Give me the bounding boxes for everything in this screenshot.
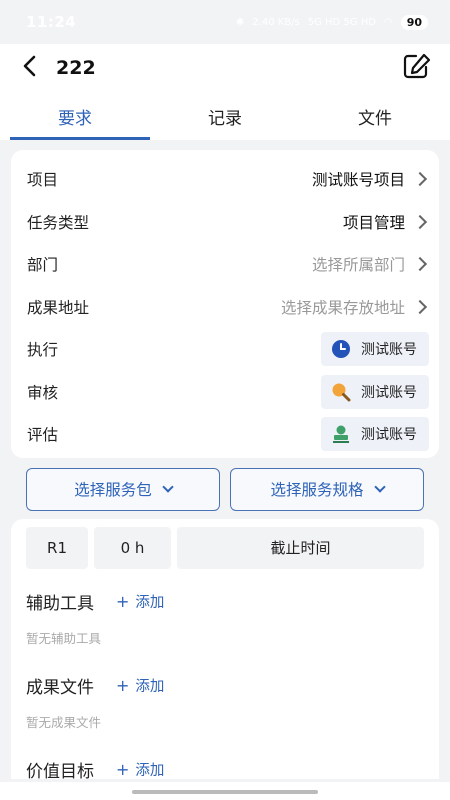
- hours-field[interactable]: 0 h: [94, 526, 171, 569]
- evaluate-label: 评估: [27, 426, 59, 445]
- status-icons: ✱ 2.40 KB/s 5G HD 5G HD ◠ 90: [235, 14, 428, 30]
- service-pack-label: 选择服务包: [74, 481, 152, 499]
- evaluator-name: 测试账号: [361, 427, 417, 444]
- review-row: 审核 测试账号: [11, 371, 439, 414]
- goal-section: 价值目标 + 添加: [26, 757, 424, 782]
- project-label: 项目: [27, 171, 59, 190]
- execute-row: 执行 测试账号: [11, 328, 439, 371]
- executor-chip[interactable]: 测试账号: [321, 332, 429, 367]
- battery-icon: 90: [400, 14, 428, 30]
- deadline-field[interactable]: 截止时间: [177, 526, 424, 569]
- evaluator-chip[interactable]: 测试账号: [321, 417, 429, 452]
- tab-records[interactable]: 记录: [150, 92, 300, 140]
- page-title: 222: [56, 57, 96, 79]
- stamp-icon: [331, 424, 351, 444]
- execute-label: 执行: [27, 341, 59, 360]
- goal-title: 价值目标: [26, 761, 94, 782]
- plus-icon: +: [116, 759, 130, 779]
- round-badge: R1: [26, 526, 88, 569]
- chevron-down-icon: [373, 481, 386, 493]
- status-bar: 11:24 ✱ 2.40 KB/s 5G HD 5G HD ◠ 90: [0, 0, 450, 44]
- reviewer-name: 测试账号: [361, 384, 417, 401]
- chevron-right-icon: [412, 299, 428, 314]
- task-type-row[interactable]: 任务类型 项目管理: [11, 201, 439, 244]
- chevron-right-icon: [412, 214, 428, 229]
- files-empty-text: 暂无成果文件: [26, 714, 102, 730]
- add-goal-button[interactable]: + 添加: [116, 759, 164, 780]
- back-icon: [23, 55, 36, 77]
- department-row[interactable]: 部门 选择所属部门: [11, 243, 439, 286]
- top-bar: 222: [0, 44, 450, 92]
- reviewer-chip[interactable]: 测试账号: [321, 374, 429, 409]
- project-value: 测试账号项目: [311, 171, 405, 190]
- add-goal-label: 添加: [135, 762, 165, 779]
- tab-bar: 要求 记录 文件: [0, 92, 450, 140]
- evaluate-row: 评估 测试账号: [11, 413, 439, 456]
- tools-section: 辅助工具 + 添加 暂无辅助工具: [26, 589, 424, 647]
- service-selectors: 选择服务包 选择服务规格: [26, 467, 424, 511]
- task-type-label: 任务类型: [27, 213, 90, 232]
- chevron-down-icon: [162, 481, 174, 493]
- clock-icon: [331, 339, 351, 359]
- back-button[interactable]: [18, 54, 42, 82]
- service-spec-label: 选择服务规格: [270, 481, 364, 499]
- result-address-label: 成果地址: [27, 298, 90, 317]
- tools-title: 辅助工具: [26, 593, 94, 614]
- department-label: 部门: [27, 256, 59, 275]
- status-time: 11:24: [26, 13, 77, 31]
- net-speed: 2.40 KB/s: [252, 16, 300, 28]
- bottom-bar: [0, 782, 450, 800]
- edit-button[interactable]: [402, 52, 432, 84]
- result-address-row[interactable]: 成果地址 选择成果存放地址: [11, 286, 439, 329]
- project-row[interactable]: 项目 测试账号项目: [11, 158, 439, 201]
- files-title: 成果文件: [26, 677, 94, 698]
- files-section: 成果文件 + 添加 暂无成果文件: [26, 673, 424, 731]
- add-file-label: 添加: [135, 678, 165, 695]
- edit-icon: [403, 53, 431, 79]
- magnifier-icon: [331, 382, 351, 402]
- add-tool-label: 添加: [135, 594, 165, 611]
- chevron-right-icon: [412, 172, 428, 187]
- plus-icon: +: [116, 591, 130, 611]
- tools-empty-text: 暂无辅助工具: [26, 630, 102, 646]
- task-form: 项目 测试账号项目 任务类型 项目管理 部门 选择所属部门 成果地址 选择成果存…: [11, 150, 439, 458]
- chevron-right-icon: [412, 257, 428, 272]
- select-service-spec-button[interactable]: 选择服务规格: [230, 467, 424, 511]
- department-placeholder: 选择所属部门: [311, 256, 405, 275]
- result-address-placeholder: 选择成果存放地址: [280, 298, 405, 317]
- task-type-value: 项目管理: [342, 213, 405, 232]
- signal-icon: 5G HD 5G HD: [307, 16, 376, 28]
- wifi-icon: ◠: [383, 16, 393, 28]
- plus-icon: +: [116, 675, 130, 695]
- select-service-pack-button[interactable]: 选择服务包: [26, 467, 220, 511]
- add-file-button[interactable]: + 添加: [116, 675, 164, 696]
- stats-row: R1 0 h 截止时间: [26, 526, 424, 569]
- add-tool-button[interactable]: + 添加: [116, 591, 164, 612]
- executor-name: 测试账号: [361, 342, 417, 359]
- tab-files[interactable]: 文件: [300, 92, 450, 140]
- tab-requirements[interactable]: 要求: [0, 92, 150, 140]
- detail-card: R1 0 h 截止时间 辅助工具 + 添加 暂无辅助工具 成果文件 + 添加 暂无成…: [11, 518, 439, 782]
- review-label: 审核: [27, 383, 59, 402]
- bluetooth-icon: ✱: [235, 16, 245, 28]
- home-indicator[interactable]: [132, 790, 318, 794]
